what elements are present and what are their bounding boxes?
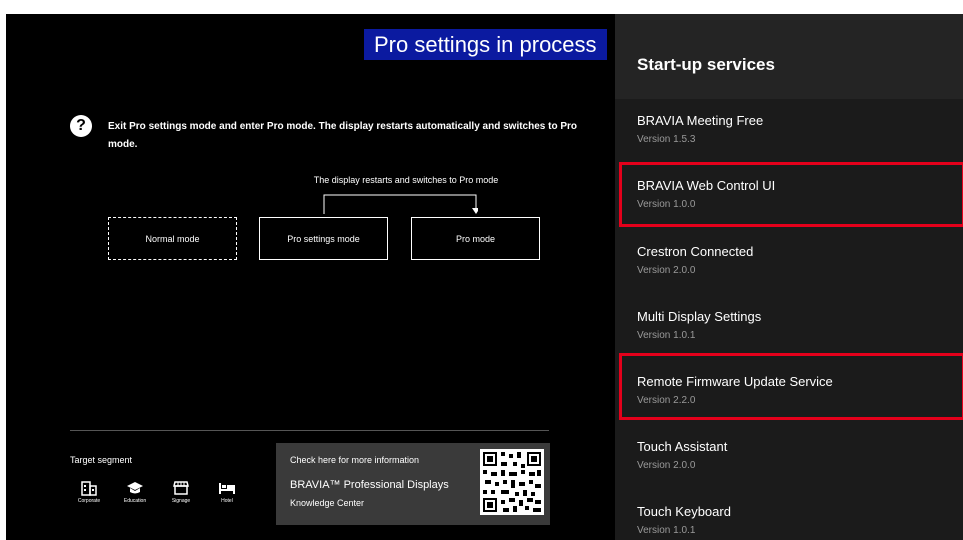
segment-hotel: Hotel	[207, 480, 247, 504]
startup-services-panel: Start-up services BRAVIA Meeting Free Ve…	[615, 14, 963, 540]
info-knowledge-center-text: Knowledge Center	[290, 498, 365, 508]
highlight-remote-firmware-update	[619, 353, 963, 420]
service-version: Version 1.0.1	[637, 330, 696, 341]
question-icon: ?	[70, 115, 92, 137]
service-item-bravia-meeting-free[interactable]: BRAVIA Meeting Free Version 1.5.3	[615, 104, 963, 168]
service-name: BRAVIA Meeting Free	[637, 113, 764, 128]
info-check-text: Check here for more information	[290, 455, 420, 465]
segment-label: Signage	[171, 498, 191, 504]
graduation-cap-icon	[127, 482, 143, 494]
segment-label: Education	[123, 498, 147, 504]
panel-title: Start-up services	[637, 55, 775, 74]
pro-settings-mode-box: Pro settings mode	[259, 217, 388, 260]
panel-header: Start-up services	[615, 14, 963, 99]
target-segment-title: Target segment	[70, 455, 133, 465]
qr-code-icon	[480, 449, 544, 515]
service-item-touch-keyboard[interactable]: Touch Keyboard Version 1.0.1	[615, 495, 963, 540]
service-name: Touch Keyboard	[637, 504, 731, 519]
service-name: Crestron Connected	[637, 244, 754, 259]
pro-settings-banner: Pro settings in process	[364, 29, 607, 60]
flow-label: The display restarts and switches to Pro…	[313, 175, 499, 185]
normal-mode-box: Normal mode	[108, 217, 237, 260]
segment-corporate: Corporate	[69, 480, 109, 504]
segment-signage: Signage	[161, 480, 201, 504]
service-name: Multi Display Settings	[637, 309, 762, 324]
service-version: Version 2.0.0	[637, 460, 696, 471]
service-item-touch-assistant[interactable]: Touch Assistant Version 2.0.0	[615, 430, 963, 494]
pro-mode-box: Pro mode	[411, 217, 540, 260]
info-box: Check here for more information BRAVIA™ …	[276, 443, 550, 525]
service-item-crestron-connected[interactable]: Crestron Connected Version 2.0.0	[615, 235, 963, 299]
divider	[70, 430, 549, 431]
help-text: Exit Pro settings mode and enter Pro mod…	[108, 121, 578, 150]
segment-label: Corporate	[77, 498, 101, 504]
service-version: Version 2.0.0	[637, 265, 696, 276]
restart-arrow-icon	[323, 194, 478, 214]
highlight-web-control-ui	[619, 162, 963, 227]
bed-icon	[219, 483, 235, 494]
storefront-icon	[173, 481, 189, 495]
tv-screen: ? Exit Pro settings mode and enter Pro m…	[6, 14, 963, 540]
service-name: Touch Assistant	[637, 439, 728, 454]
segment-education: Education	[115, 480, 155, 504]
building-icon	[81, 481, 97, 496]
service-version: Version 1.0.1	[637, 525, 696, 536]
segment-label: Hotel	[221, 498, 233, 504]
service-version: Version 1.5.3	[637, 134, 696, 145]
info-brand-text: BRAVIA™ Professional Displays	[290, 479, 449, 491]
